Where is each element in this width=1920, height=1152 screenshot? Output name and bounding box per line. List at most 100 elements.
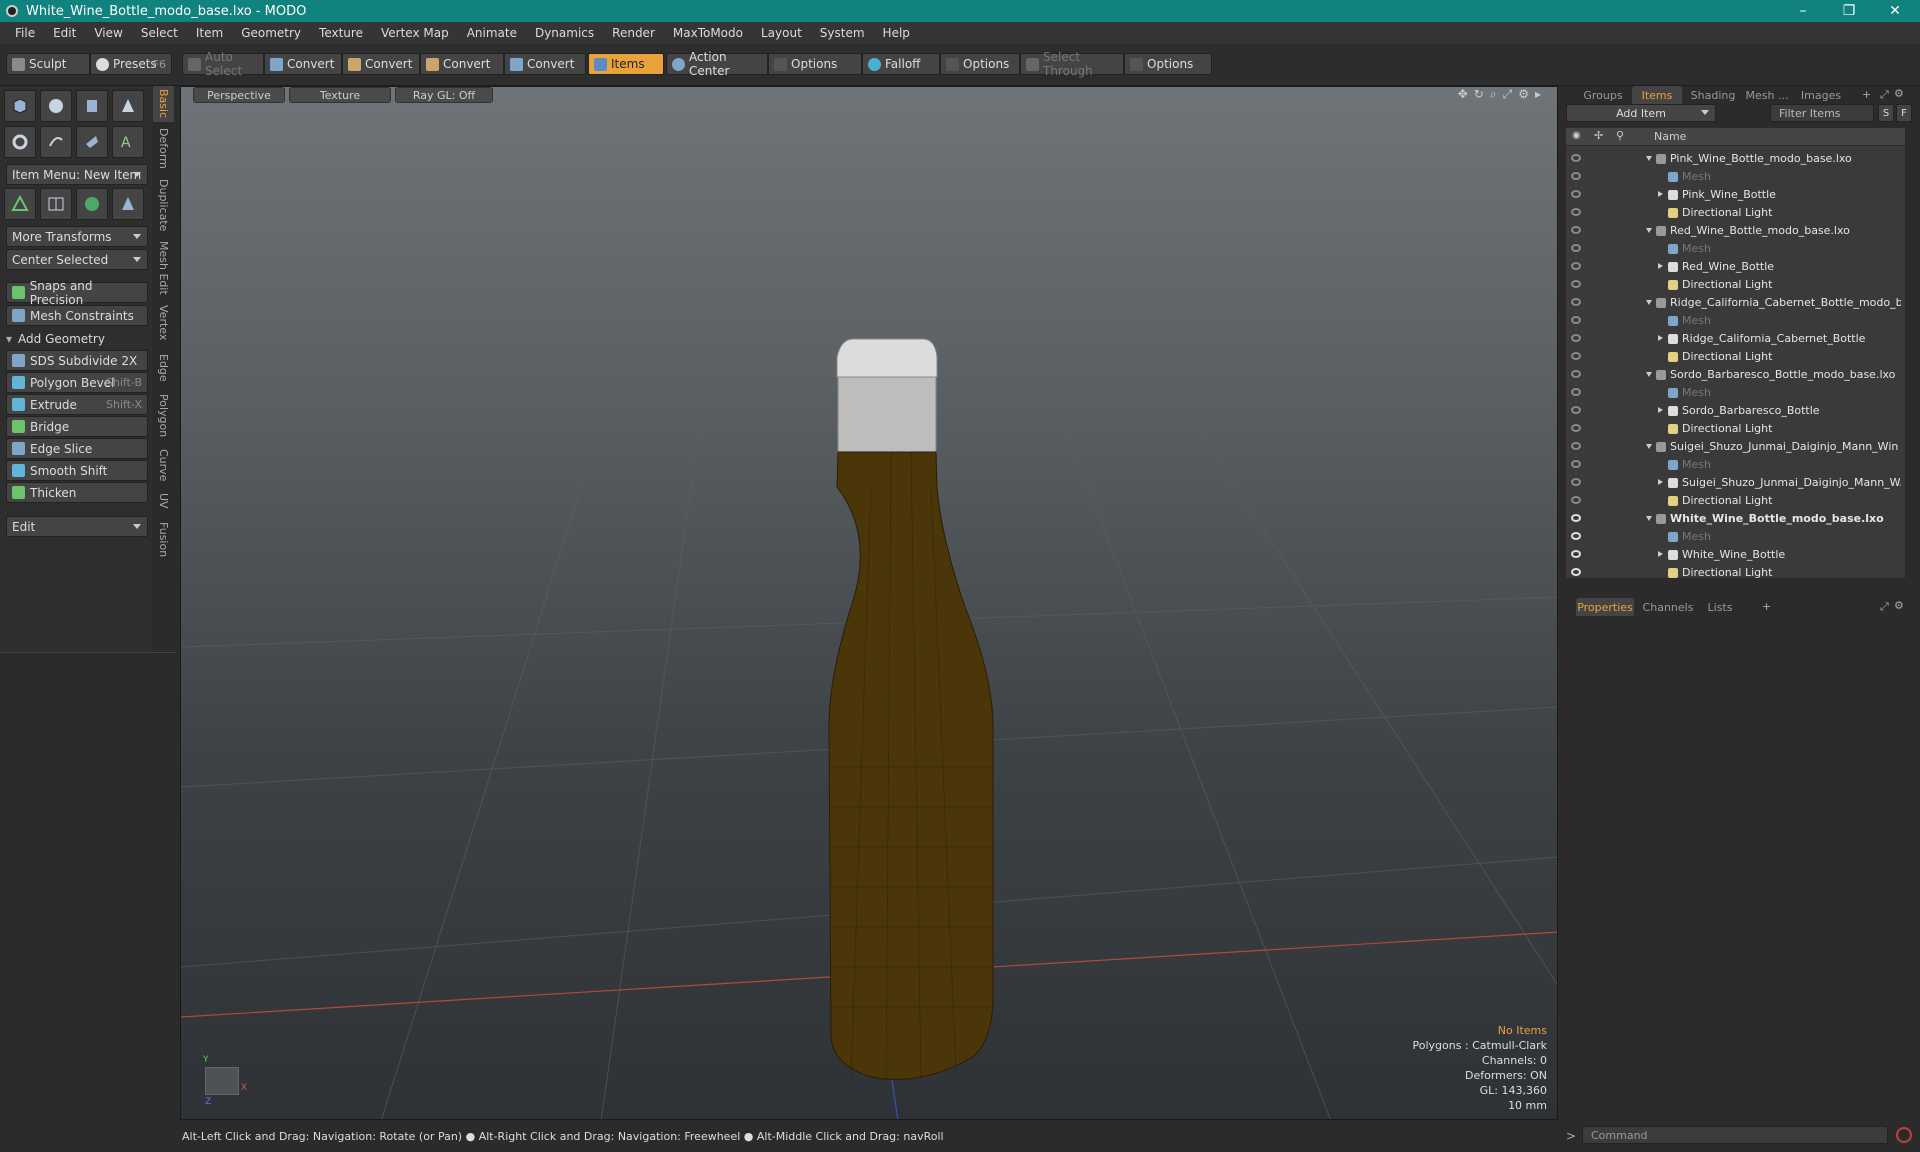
visibility-eye-icon[interactable] bbox=[1571, 496, 1581, 504]
tool-thicken[interactable]: Thicken bbox=[6, 482, 148, 503]
tab-shading[interactable]: Shading bbox=[1686, 86, 1740, 104]
visibility-eye-icon[interactable] bbox=[1571, 424, 1581, 432]
list-item[interactable]: Directional Light bbox=[1566, 564, 1905, 578]
name-column-header[interactable]: Name bbox=[1654, 130, 1686, 143]
tab-deform[interactable]: Deform bbox=[153, 124, 174, 172]
tab-uv[interactable]: UV bbox=[153, 488, 174, 514]
visibility-eye-icon[interactable] bbox=[1571, 352, 1581, 360]
list-item[interactable]: Directional Light bbox=[1566, 276, 1905, 294]
pyramid-icon[interactable] bbox=[112, 188, 144, 220]
tab-groups[interactable]: Groups bbox=[1578, 86, 1628, 104]
visibility-eye-icon[interactable] bbox=[1571, 460, 1581, 468]
menu-select[interactable]: Select bbox=[132, 26, 187, 40]
tool-sds-subdivide[interactable]: SDS Subdivide 2X bbox=[6, 350, 148, 371]
add-tab-icon[interactable]: + bbox=[1862, 88, 1871, 101]
filter-s-button[interactable]: S bbox=[1878, 104, 1894, 122]
expand-triangle-icon[interactable] bbox=[1646, 372, 1652, 377]
visibility-eye-icon[interactable] bbox=[1571, 514, 1581, 522]
list-item[interactable]: Directional Light bbox=[1566, 420, 1905, 438]
presets-button[interactable]: Presets F6 bbox=[90, 53, 172, 75]
auto-select-button[interactable]: Auto Select bbox=[182, 50, 264, 78]
grid-plane-icon[interactable] bbox=[40, 188, 72, 220]
list-item[interactable]: Red_Wine_Bottle_modo_base.lxo bbox=[1566, 222, 1905, 240]
gear-icon[interactable]: ⚙ bbox=[1518, 87, 1529, 102]
list-item[interactable]: Pink_Wine_Bottle_modo_base.lxo bbox=[1566, 150, 1905, 168]
text-tool-icon[interactable]: A bbox=[112, 126, 144, 158]
expand-triangle-icon[interactable] bbox=[1646, 516, 1652, 521]
menu-maxtomodo[interactable]: MaxToModo bbox=[664, 26, 752, 40]
edit-dropdown[interactable]: Edit bbox=[6, 516, 148, 537]
expand-arrow-icon[interactable] bbox=[1658, 407, 1663, 413]
menu-vertex-map[interactable]: Vertex Map bbox=[372, 26, 458, 40]
tab-fusion[interactable]: Fusion bbox=[153, 516, 174, 564]
menu-system[interactable]: System bbox=[811, 26, 874, 40]
list-item[interactable]: Ridge_California_Cabernet_Bottle_modo_b.… bbox=[1566, 294, 1905, 312]
more-transforms-dropdown[interactable]: More Transforms bbox=[6, 226, 148, 247]
snaps-precision-button[interactable]: Snaps and Precision bbox=[6, 279, 148, 307]
menu-texture[interactable]: Texture bbox=[310, 26, 372, 40]
maximize-button[interactable]: ❐ bbox=[1826, 0, 1872, 22]
tab-channels[interactable]: Channels bbox=[1640, 598, 1696, 616]
gear-icon[interactable]: ⚙ bbox=[1894, 87, 1904, 100]
raygl-tab[interactable]: Ray GL: Off bbox=[395, 87, 493, 103]
sphere-icon[interactable] bbox=[40, 90, 72, 122]
visibility-eye-icon[interactable] bbox=[1571, 442, 1581, 450]
torus-icon[interactable] bbox=[4, 126, 36, 158]
tab-vertex[interactable]: Vertex bbox=[153, 300, 174, 346]
list-item[interactable]: Mesh bbox=[1566, 312, 1905, 330]
list-item[interactable]: Sordo_Barbaresco_Bottle bbox=[1566, 402, 1905, 420]
cone-icon[interactable] bbox=[112, 90, 144, 122]
menu-animate[interactable]: Animate bbox=[458, 26, 526, 40]
tab-polygon[interactable]: Polygon bbox=[153, 390, 174, 442]
filter-items-input[interactable]: Filter Items bbox=[1770, 104, 1874, 122]
convert-edge-button[interactable]: Convert bbox=[342, 53, 420, 75]
tab-mesh[interactable]: Mesh ... bbox=[1742, 86, 1792, 104]
list-item[interactable]: Mesh bbox=[1566, 168, 1905, 186]
expand-arrow-icon[interactable] bbox=[1658, 479, 1663, 485]
list-item[interactable]: Suigei_Shuzo_Junmai_Daiginjo_Mann_W... bbox=[1566, 474, 1905, 492]
expand-arrow-icon[interactable] bbox=[1658, 551, 1663, 557]
minimize-button[interactable]: – bbox=[1780, 0, 1826, 22]
menu-file[interactable]: File bbox=[6, 26, 44, 40]
expand-triangle-icon[interactable] bbox=[1646, 156, 1652, 161]
list-item[interactable]: Pink_Wine_Bottle bbox=[1566, 186, 1905, 204]
record-icon[interactable] bbox=[1896, 1127, 1912, 1143]
visibility-eye-icon[interactable] bbox=[1571, 316, 1581, 324]
close-button[interactable]: ✕ bbox=[1872, 0, 1918, 22]
convert-item-button[interactable]: Convert bbox=[504, 53, 586, 75]
sculpt-button[interactable]: Sculpt bbox=[6, 53, 90, 75]
move-view-icon[interactable]: ✥ bbox=[1458, 87, 1468, 102]
list-item[interactable]: White_Wine_Bottle_modo_base.lxo bbox=[1566, 510, 1905, 528]
tube-icon[interactable] bbox=[76, 126, 108, 158]
visibility-eye-icon[interactable] bbox=[1571, 262, 1581, 270]
list-item[interactable]: Mesh bbox=[1566, 240, 1905, 258]
items-mode-button[interactable]: Items bbox=[588, 53, 664, 75]
visibility-eye-icon[interactable] bbox=[1571, 154, 1581, 162]
filter-f-button[interactable]: F bbox=[1896, 104, 1912, 122]
visibility-eye-icon[interactable] bbox=[1571, 190, 1581, 198]
zoom-icon[interactable]: ⌕ bbox=[1490, 87, 1497, 102]
command-input[interactable]: Command bbox=[1582, 1126, 1888, 1144]
convert-polygon-button[interactable]: Convert bbox=[420, 53, 504, 75]
action-center-button[interactable]: Action Center bbox=[666, 50, 768, 78]
list-item[interactable]: Mesh bbox=[1566, 456, 1905, 474]
rotate-view-icon[interactable]: ↻ bbox=[1474, 87, 1484, 102]
cylinder-icon[interactable] bbox=[76, 90, 108, 122]
pen-tool-icon[interactable] bbox=[40, 126, 72, 158]
visibility-eye-icon[interactable] bbox=[1571, 172, 1581, 180]
select-through-button[interactable]: Select Through bbox=[1020, 50, 1124, 78]
list-item[interactable]: Ridge_California_Cabernet_Bottle bbox=[1566, 330, 1905, 348]
expand-triangle-icon[interactable] bbox=[1646, 228, 1652, 233]
list-item[interactable]: Red_Wine_Bottle bbox=[1566, 258, 1905, 276]
visibility-eye-icon[interactable] bbox=[1571, 244, 1581, 252]
expand-triangle-icon[interactable] bbox=[1646, 300, 1652, 305]
gear-icon[interactable]: ⚙ bbox=[1894, 599, 1904, 612]
visibility-eye-icon[interactable] bbox=[1571, 208, 1581, 216]
expand-icon[interactable]: ⤢ bbox=[1880, 600, 1889, 614]
add-item-button[interactable]: Add Item bbox=[1566, 104, 1716, 122]
add-geometry-header[interactable]: ▾ Add Geometry bbox=[6, 330, 148, 348]
tab-basic[interactable]: Basic bbox=[153, 86, 174, 122]
menu-view[interactable]: View bbox=[85, 26, 131, 40]
list-item[interactable]: Sordo_Barbaresco_Bottle_modo_base.lxo bbox=[1566, 366, 1905, 384]
visibility-eye-icon[interactable] bbox=[1571, 388, 1581, 396]
